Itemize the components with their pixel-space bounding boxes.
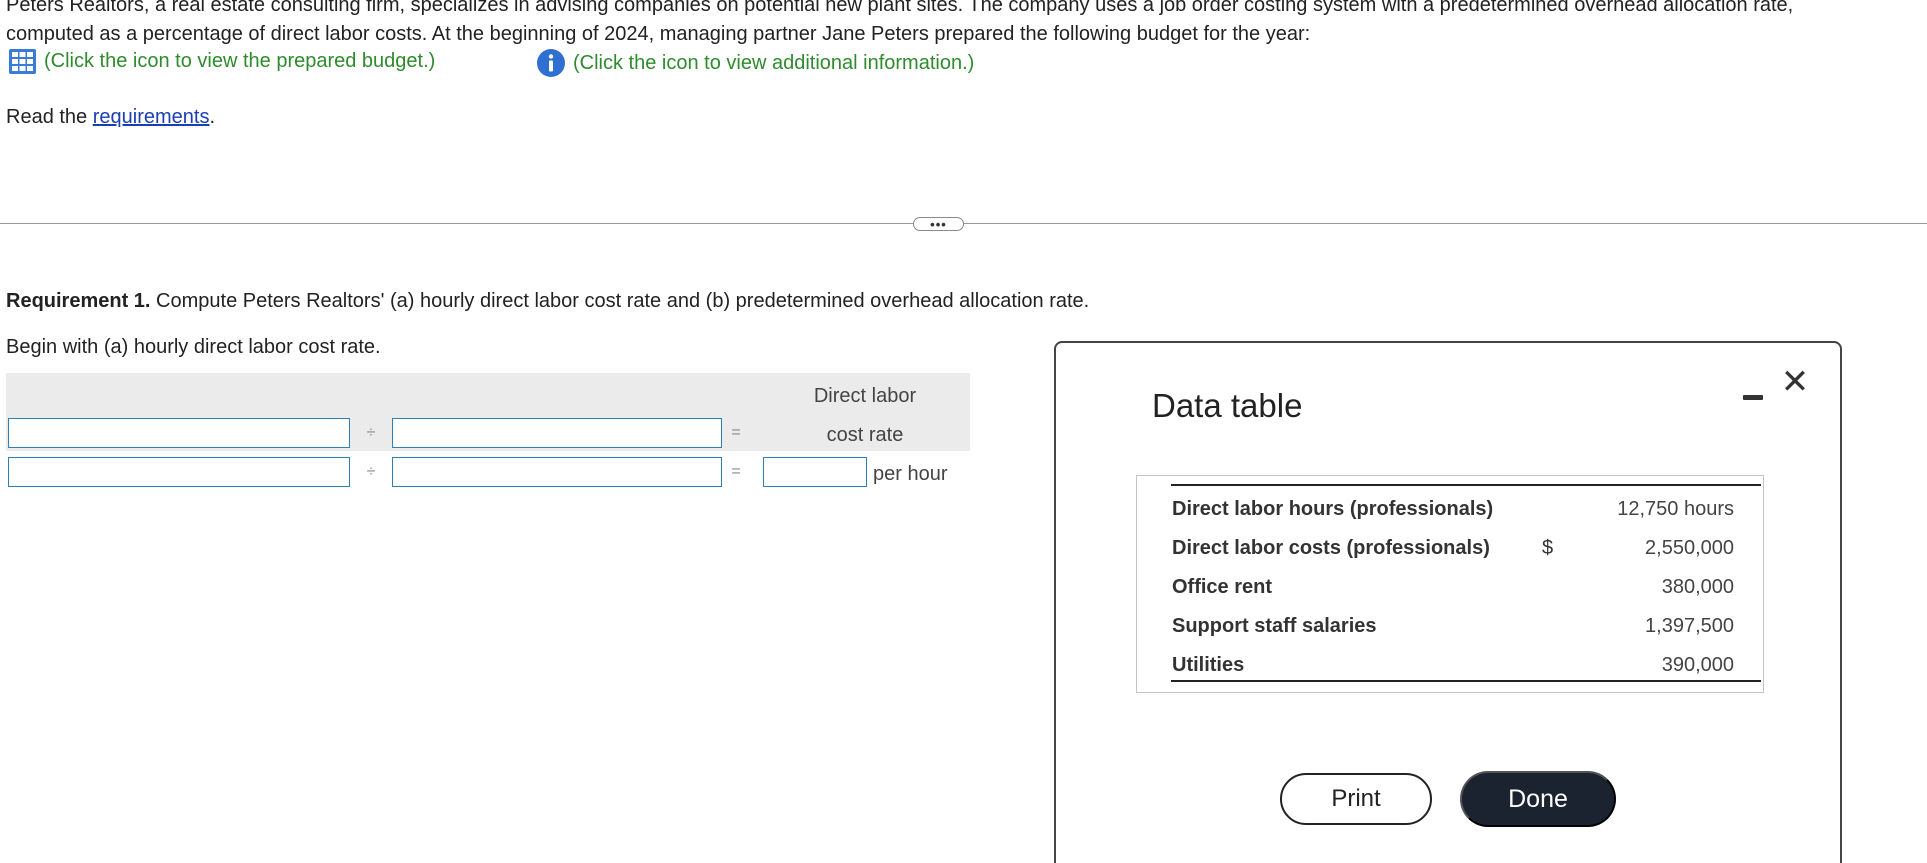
- table-row: Utilities 390,000: [1172, 654, 1734, 690]
- read-suffix: .: [209, 106, 216, 128]
- close-icon[interactable]: ✕: [1779, 365, 1811, 399]
- row-currency: $: [1542, 537, 1554, 559]
- row2-equals-sign: =: [731, 463, 741, 480]
- read-prefix: Read the: [6, 106, 93, 128]
- table-grid-icon[interactable]: [8, 48, 37, 75]
- table-row: Direct labor hours (professionals) 12,75…: [1172, 498, 1734, 534]
- hourly-rate-result-input[interactable]: [763, 457, 867, 487]
- intro-line-2: computed as a percentage of direct labor…: [6, 23, 1311, 45]
- row-label: Direct labor costs (professionals): [1172, 537, 1490, 559]
- print-button[interactable]: Print: [1280, 773, 1432, 825]
- per-hour-unit: per hour: [873, 463, 948, 485]
- expand-ellipsis-button[interactable]: •••: [913, 217, 964, 231]
- table-bottom-rule: [1171, 680, 1761, 682]
- calc-header-line-2: cost rate: [826, 424, 904, 446]
- table-row: Direct labor costs (professionals) $ 2,5…: [1172, 537, 1734, 573]
- requirement-label: Requirement 1.: [6, 290, 151, 312]
- row1-numerator-input[interactable]: [8, 418, 350, 448]
- row-label: Utilities: [1172, 654, 1245, 676]
- row-label: Support staff salaries: [1172, 615, 1377, 637]
- row1-denominator-input[interactable]: [392, 418, 722, 448]
- row1-equals-sign: =: [731, 424, 741, 441]
- requirement-1-text: Requirement 1. Compute Peters Realtors' …: [6, 290, 1089, 313]
- minimize-button[interactable]: [1741, 383, 1765, 411]
- row-label: Direct labor hours (professionals): [1172, 498, 1494, 520]
- begin-instruction: Begin with (a) hourly direct labor cost …: [6, 336, 381, 358]
- row-value: 390,000: [1661, 654, 1734, 676]
- row-value: 380,000: [1661, 576, 1734, 598]
- view-info-text[interactable]: (Click the icon to view additional infor…: [573, 52, 974, 75]
- info-icon[interactable]: [536, 48, 566, 78]
- intro-line-1: Peters Realtors, a real estate consultin…: [6, 0, 1794, 16]
- row-value: 1,397,500: [1645, 615, 1734, 637]
- budget-table: Direct labor hours (professionals) 12,75…: [1136, 475, 1764, 693]
- requirement-body: Compute Peters Realtors' (a) hourly dire…: [150, 290, 1090, 312]
- view-budget-link[interactable]: (Click the icon to view the prepared bud…: [8, 48, 435, 74]
- row2-divide-sign: ÷: [366, 463, 376, 480]
- data-table-modal: Data table ✕ Direct labor hours (profess…: [1054, 341, 1842, 863]
- row-value: 12,750 hours: [1617, 498, 1734, 520]
- modal-title: Data table: [1152, 387, 1303, 424]
- view-budget-text[interactable]: (Click the icon to view the prepared bud…: [44, 50, 435, 73]
- minimize-icon[interactable]: [1743, 394, 1763, 400]
- problem-intro: Peters Realtors, a real estate consultin…: [6, 0, 1906, 49]
- row2-numerator-input[interactable]: [8, 457, 350, 487]
- view-info-link[interactable]: (Click the icon to view additional infor…: [536, 48, 974, 78]
- read-requirements: Read the requirements.: [6, 106, 215, 129]
- calc-header-line-1: Direct labor: [813, 385, 917, 407]
- table-row: Support staff salaries 1,397,500: [1172, 615, 1734, 651]
- row-value: 2,550,000: [1645, 537, 1734, 559]
- requirements-link[interactable]: requirements: [93, 106, 210, 128]
- row-label: Office rent: [1172, 576, 1273, 598]
- table-row: Office rent 380,000: [1172, 576, 1734, 612]
- row1-divide-sign: ÷: [366, 424, 376, 441]
- table-top-rule: [1171, 484, 1761, 486]
- row2-denominator-input[interactable]: [392, 457, 722, 487]
- done-button[interactable]: Done: [1460, 771, 1616, 827]
